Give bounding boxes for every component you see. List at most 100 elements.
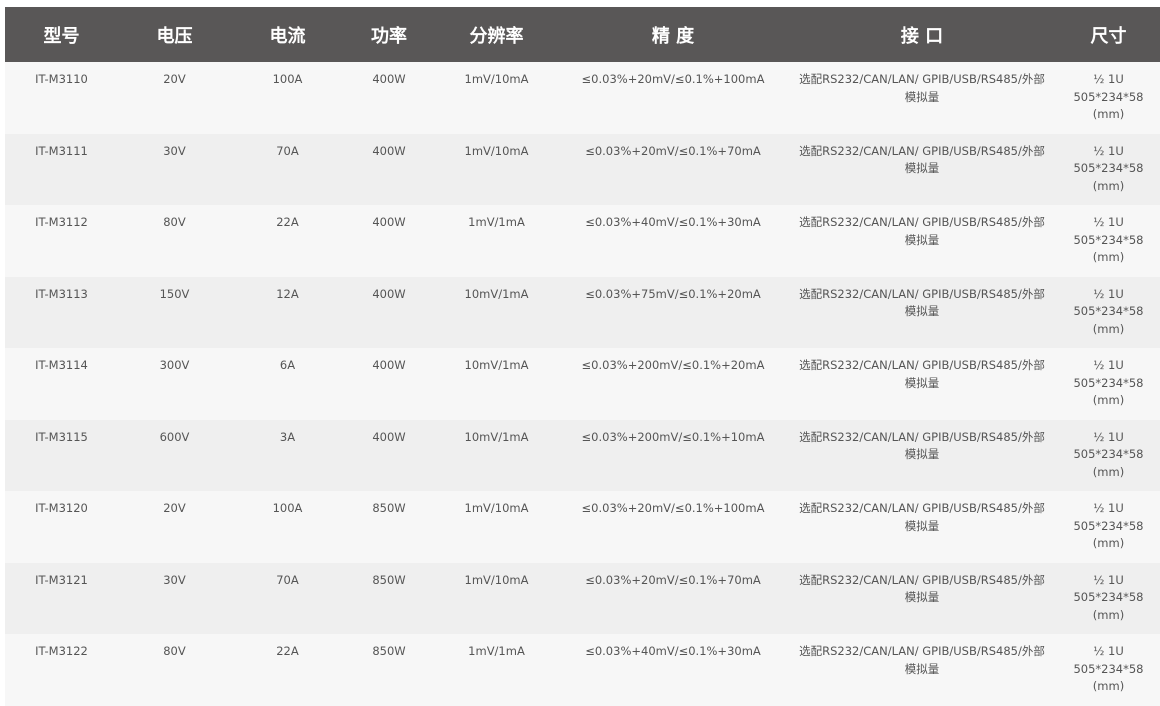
cell-power: 400W [372,286,406,301]
cell-interface: 选配RS232/CAN/LAN/ GPIB/USB/RS485/外部模拟量 [799,644,1045,676]
cell-power: 850W [372,572,406,587]
cell-resolution: 1mV/10mA [464,572,529,587]
cell-model: IT-M3122 [35,644,88,658]
cell-resolution: 10mV/1mA [464,286,529,301]
table-header: 型号 电压 电流 功率 分辨率 精 度 接 口 尺寸 [5,7,1160,62]
cell-current: 12A [276,286,299,301]
cell-current: 6A [279,358,296,372]
cell-power: 850W [372,501,406,515]
cell-size: ½ 1U 505*234*58 (mm) [1057,563,1160,635]
spec-table-container: 型号 电压 电流 功率 分辨率 精 度 接 口 尺寸 IT-M3110 20V 10… [5,7,1160,706]
cell-voltage: 80V [163,644,186,658]
cell-resolution: 1mV/1mA [468,215,525,229]
cell-model: IT-M3112 [35,215,88,229]
header-accuracy: 精 度 [651,25,695,47]
cell-current: 70A [276,143,299,158]
cell-model: IT-M3110 [35,72,88,86]
size-line: (mm) [1092,250,1125,264]
table-row: IT-M3115 600V 3A 400W 10mV/1mA ≤0.03%+200mV/≤… [5,419,1160,491]
cell-current: 22A [276,644,299,658]
cell-power: 400W [372,429,406,444]
cell-interface: 选配RS232/CAN/LAN/ GPIB/USB/RS485/外部模拟量 [799,143,1045,176]
table-row: IT-M3113 150V 12A 400W 10mV/1mA ≤0.03%+75mV/≤… [5,276,1160,349]
size-line: ½ 1U [1093,143,1124,158]
cell-interface: 选配RS232/CAN/LAN/ GPIB/USB/RS485/外部模拟量 [799,429,1045,462]
size-line: 505*234*58 [1073,232,1144,247]
cell-voltage: 30V [163,143,186,158]
header-size: 尺寸 [1090,25,1127,47]
size-line: 505*234*58 [1073,447,1144,461]
size-line: (mm) [1092,679,1125,693]
size-line: 505*234*58 [1073,375,1144,390]
spec-table: 型号 电压 电流 功率 分辨率 精 度 接 口 尺寸 IT-M3110 20V 10… [5,7,1160,706]
cell-size: ½ 1U 505*234*58 (mm) [1057,205,1160,277]
cell-accuracy: ≤0.03%+40mV/≤0.1%+30mA [585,644,761,658]
header-voltage: 电压 [156,25,193,47]
cell-size: ½ 1U 505*234*58 (mm) [1057,634,1160,706]
cell-model: IT-M3120 [35,501,88,515]
cell-power: 850W [372,644,406,658]
cell-voltage: 600V [159,429,190,444]
size-line: ½ 1U [1093,429,1124,444]
cell-current: 70A [276,572,299,587]
cell-accuracy: ≤0.03%+20mV/≤0.1%+100mA [581,501,765,515]
size-line: 505*234*58 [1073,661,1144,676]
cell-model: IT-M3114 [35,358,88,372]
table-row: IT-M3122 80V 22A 850W 1mV/1mA ≤0.03%+40mV/≤0.… [5,634,1160,706]
cell-power: 400W [372,215,406,229]
size-line: ½ 1U [1093,501,1124,515]
cell-power: 400W [372,358,406,372]
cell-voltage: 150V [159,286,190,301]
cell-voltage: 30V [163,572,186,587]
cell-model: IT-M3115 [35,429,88,444]
cell-interface: 选配RS232/CAN/LAN/ GPIB/USB/RS485/外部模拟量 [799,572,1045,605]
header-model: 型号 [43,25,80,47]
size-line: (mm) [1092,464,1125,479]
cell-interface: 选配RS232/CAN/LAN/ GPIB/USB/RS485/外部模拟量 [799,72,1045,104]
size-line: (mm) [1092,178,1125,193]
size-line: (mm) [1092,607,1125,622]
cell-voltage: 80V [163,215,186,229]
cell-current: 3A [279,429,296,444]
size-line: ½ 1U [1093,286,1124,301]
cell-resolution: 10mV/1mA [464,358,529,372]
cell-accuracy: ≤0.03%+40mV/≤0.1%+30mA [585,215,761,229]
cell-current: 100A [272,72,303,86]
cell-accuracy: ≤0.03%+20mV/≤0.1%+100mA [581,72,765,86]
cell-current: 100A [272,501,303,515]
cell-accuracy: ≤0.03%+200mV/≤0.1%+20mA [581,358,765,372]
size-line: 505*234*58 [1073,590,1144,604]
cell-model: IT-M3113 [35,286,88,301]
cell-accuracy: ≤0.03%+20mV/≤0.1%+70mA [585,143,761,158]
table-body: IT-M3110 20V 100A 400W 1mV/10mA ≤0.03%+20mV/≤… [5,62,1160,706]
cell-power: 400W [372,72,406,86]
cell-voltage: 20V [163,501,186,515]
cell-model: IT-M3121 [35,572,88,587]
header-interface: 接 口 [900,25,944,47]
size-line: ½ 1U [1093,572,1124,587]
cell-size: ½ 1U 505*234*58 (mm) [1057,277,1160,349]
cell-size: ½ 1U 505*234*58 (mm) [1057,491,1160,563]
size-line: 505*234*58 [1073,161,1144,175]
size-line: ½ 1U [1093,72,1124,86]
size-line: (mm) [1092,393,1125,407]
cell-current: 22A [276,215,299,229]
cell-model: IT-M3111 [35,143,88,158]
header-power: 功率 [371,25,407,47]
header-resolution: 分辨率 [469,25,524,47]
cell-size: ½ 1U 505*234*58 (mm) [1057,134,1160,206]
table-row: IT-M3110 20V 100A 400W 1mV/10mA ≤0.03%+20mV/≤… [5,62,1160,134]
cell-resolution: 1mV/10mA [464,72,529,86]
table-row: IT-M3112 80V 22A 400W 1mV/1mA ≤0.03%+40mV/≤0.… [5,205,1160,277]
size-line: 505*234*58 [1073,304,1144,318]
cell-interface: 选配RS232/CAN/LAN/ GPIB/USB/RS485/外部模拟量 [799,358,1045,390]
header-current: 电流 [269,25,306,47]
cell-interface: 选配RS232/CAN/LAN/ GPIB/USB/RS485/外部模拟量 [799,215,1045,247]
table-row: IT-M3121 30V 70A 850W 1mV/10mA ≤0.03%+20mV/≤0… [5,562,1160,635]
cell-interface: 选配RS232/CAN/LAN/ GPIB/USB/RS485/外部模拟量 [799,501,1045,533]
cell-resolution: 1mV/10mA [464,501,529,515]
size-line: (mm) [1092,107,1125,121]
cell-interface: 选配RS232/CAN/LAN/ GPIB/USB/RS485/外部模拟量 [799,286,1045,319]
cell-size: ½ 1U 505*234*58 (mm) [1057,62,1160,134]
cell-resolution: 1mV/1mA [468,644,525,658]
